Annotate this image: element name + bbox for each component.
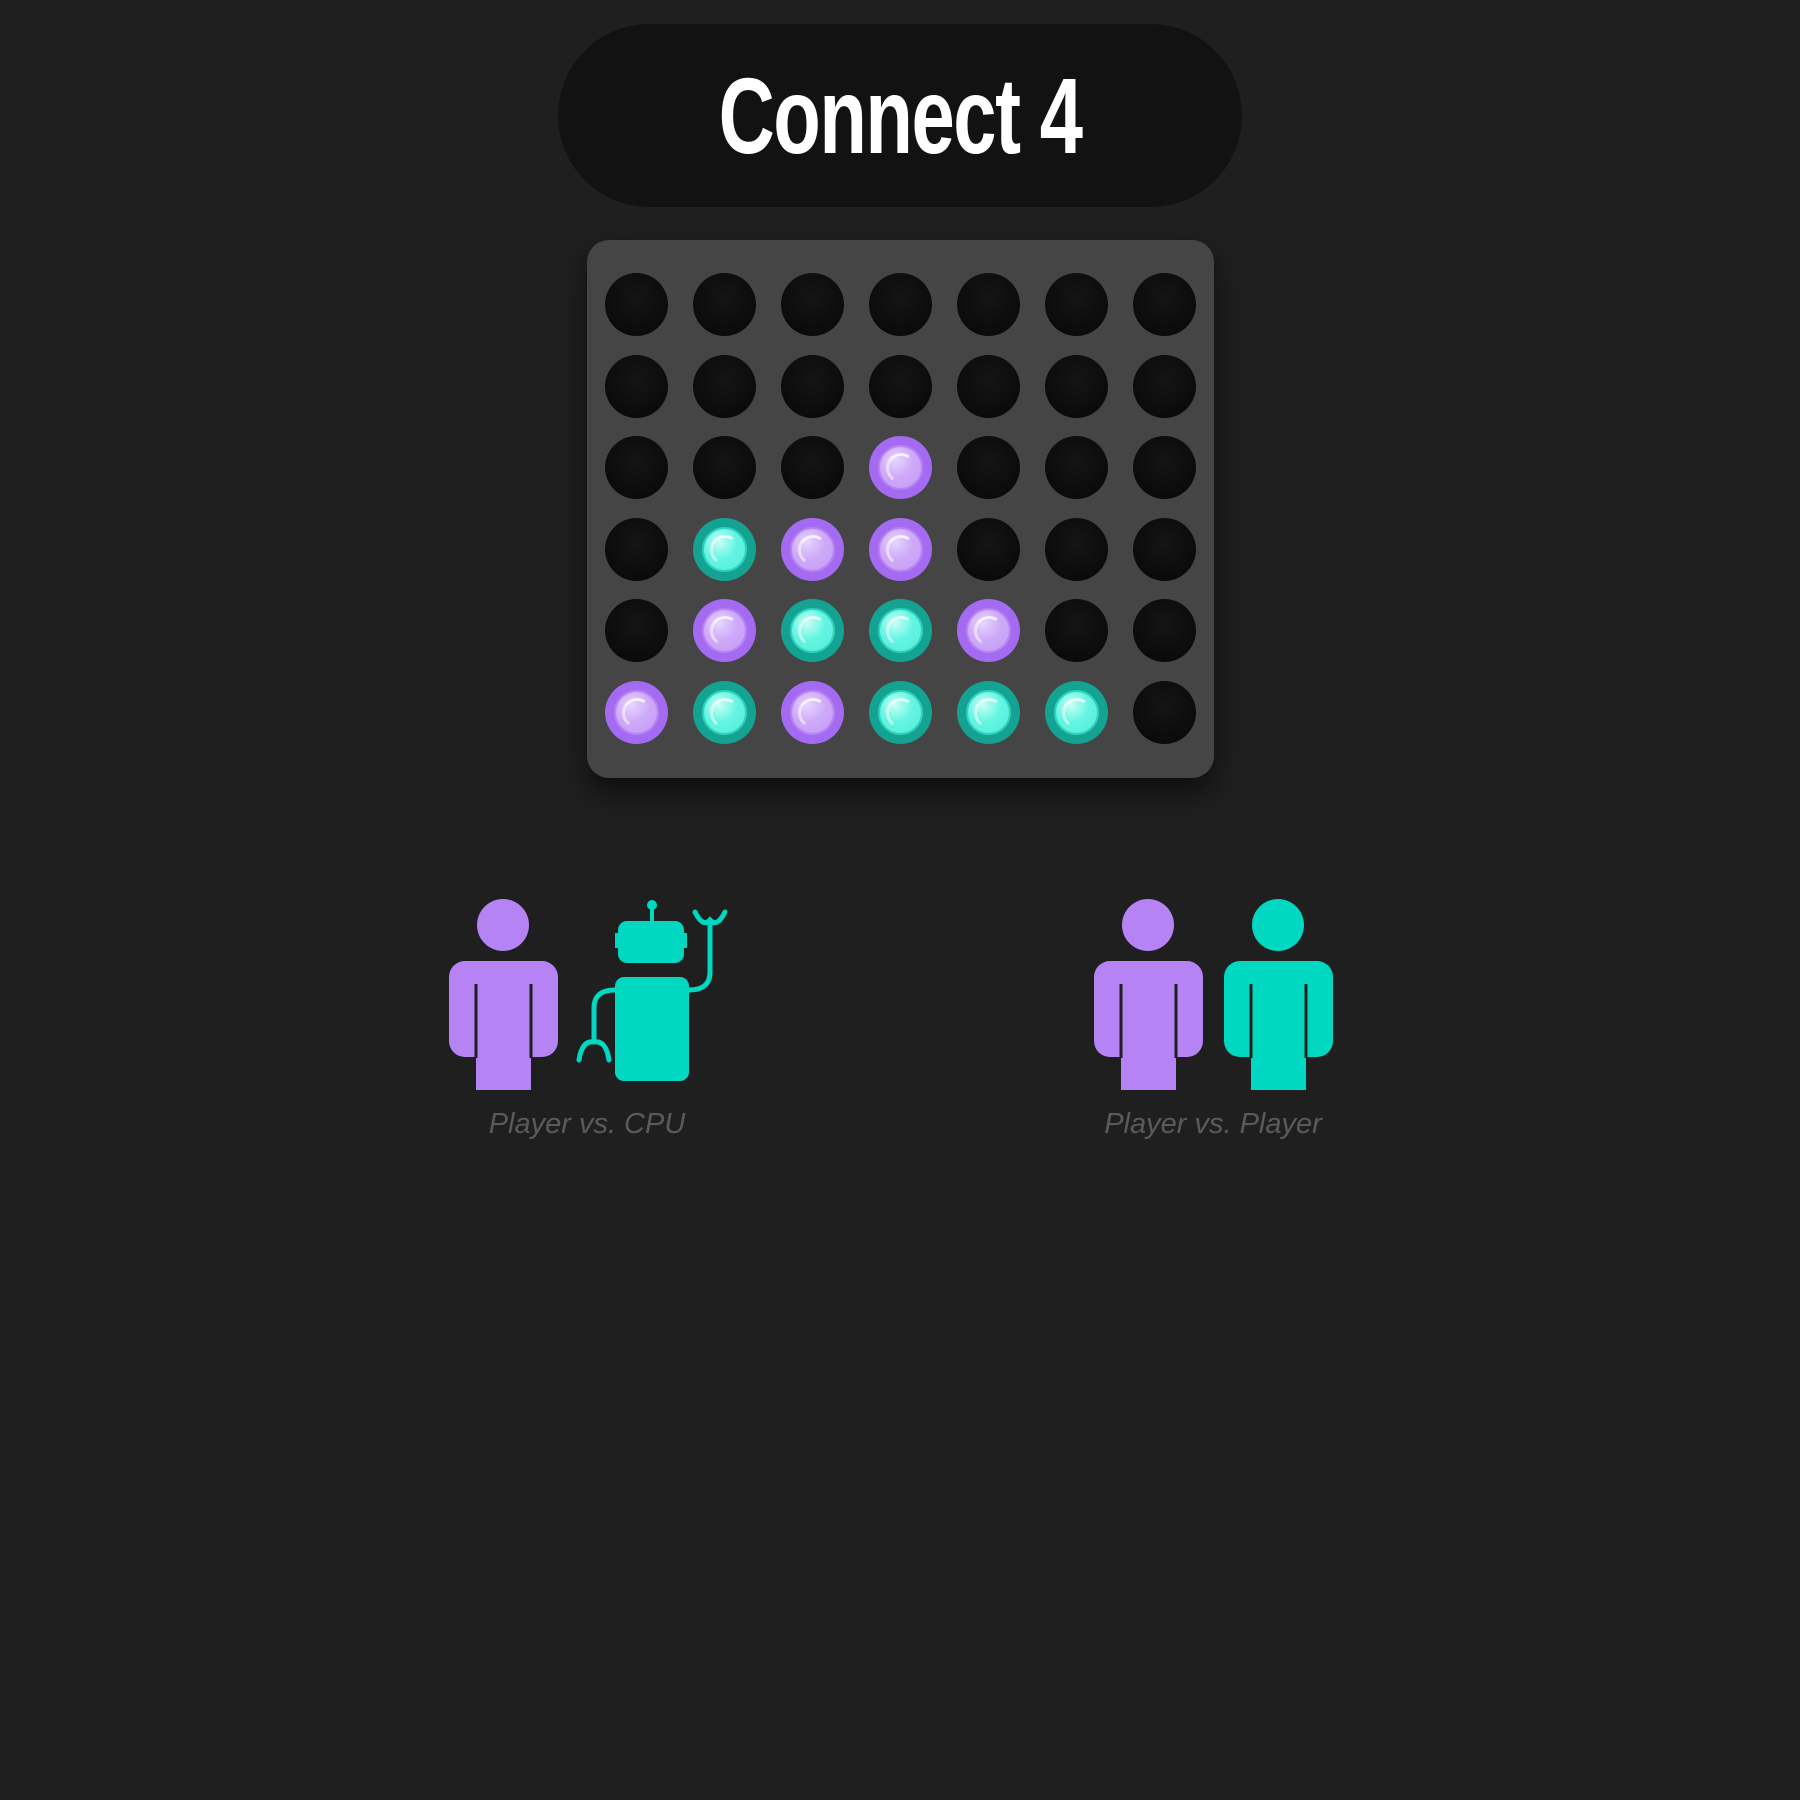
disc-shine — [795, 532, 831, 568]
board-disc-purple[interactable] — [869, 436, 932, 500]
board-slot-empty[interactable] — [957, 354, 1020, 418]
board-disc-purple[interactable] — [869, 517, 932, 581]
mode-player-vs-player-button[interactable]: Player vs. Player — [1033, 890, 1393, 1150]
disc-shine — [883, 532, 919, 568]
mode-label: Player vs. Player — [1104, 1108, 1322, 1140]
disc-face — [878, 526, 923, 572]
title-banner: Connect 4 — [558, 24, 1242, 207]
board-disc-purple[interactable] — [781, 681, 844, 744]
disc-shine — [1059, 695, 1095, 731]
game-board[interactable] — [587, 240, 1214, 778]
board-slot-empty[interactable] — [605, 436, 668, 500]
board-slot-empty[interactable] — [1045, 273, 1108, 336]
board-slot-empty[interactable] — [781, 436, 844, 500]
board-slot-empty[interactable] — [693, 436, 756, 500]
person-icon — [449, 899, 558, 1090]
board-slot-empty[interactable] — [957, 273, 1020, 336]
disc-face — [878, 445, 923, 491]
board-disc-teal[interactable] — [869, 599, 932, 663]
robot-icon — [615, 900, 689, 1081]
board-slot-empty[interactable] — [781, 354, 844, 418]
person-icon — [1224, 899, 1333, 1090]
board-disc-teal[interactable] — [957, 681, 1020, 744]
disc-face — [966, 690, 1011, 735]
disc-shine — [883, 614, 919, 649]
page-title: Connect 4 — [718, 54, 1083, 176]
board-slot-empty[interactable] — [1133, 273, 1196, 336]
board-slot-empty[interactable] — [1133, 599, 1196, 663]
board-slot-empty[interactable] — [957, 436, 1020, 500]
board-disc-teal[interactable] — [1045, 681, 1108, 744]
board-slot-empty[interactable] — [869, 273, 932, 336]
board-slot-empty[interactable] — [605, 354, 668, 418]
board-slot-empty[interactable] — [1045, 517, 1108, 581]
mode-player-vs-cpu-button[interactable]: Player vs. CPU — [407, 890, 767, 1150]
disc-face — [614, 690, 659, 735]
board-slot-empty[interactable] — [605, 599, 668, 663]
board-disc-purple[interactable] — [957, 599, 1020, 663]
disc-face — [966, 608, 1011, 654]
board-disc-purple[interactable] — [781, 517, 844, 581]
board-slot-empty[interactable] — [1133, 354, 1196, 418]
board-slot-empty[interactable] — [605, 517, 668, 581]
board-slot-empty[interactable] — [781, 273, 844, 336]
board-slot-empty[interactable] — [605, 273, 668, 336]
board-slot-empty[interactable] — [1045, 436, 1108, 500]
disc-shine — [707, 532, 743, 568]
disc-shine — [971, 695, 1007, 731]
board-disc-purple[interactable] — [605, 681, 668, 744]
disc-shine — [707, 695, 743, 731]
disc-shine — [619, 695, 655, 731]
board-slot-empty[interactable] — [1133, 681, 1196, 744]
board-slot-empty[interactable] — [957, 517, 1020, 581]
person-icon — [1094, 899, 1203, 1090]
board-slot-empty[interactable] — [1045, 354, 1108, 418]
disc-face — [702, 690, 747, 735]
board-disc-teal[interactable] — [781, 599, 844, 663]
disc-face — [878, 690, 923, 735]
disc-shine — [795, 695, 831, 731]
disc-face — [878, 608, 923, 654]
disc-face — [1054, 690, 1099, 735]
board-slot-empty[interactable] — [693, 354, 756, 418]
board-disc-teal[interactable] — [693, 517, 756, 581]
board-disc-teal[interactable] — [869, 681, 932, 744]
disc-face — [702, 608, 747, 654]
player-vs-cpu-icons — [449, 899, 728, 1090]
disc-face — [790, 526, 835, 572]
board-slot-empty[interactable] — [693, 273, 756, 336]
board-disc-purple[interactable] — [693, 599, 756, 663]
disc-face — [790, 690, 835, 735]
player-vs-player-icons — [1094, 899, 1333, 1090]
disc-shine — [883, 450, 919, 486]
disc-shine — [707, 614, 743, 649]
disc-shine — [795, 614, 831, 649]
board-slot-empty[interactable] — [1133, 517, 1196, 581]
board-disc-teal[interactable] — [693, 681, 756, 744]
board-slot-empty[interactable] — [1133, 436, 1196, 500]
disc-face — [702, 526, 747, 572]
board-slot-empty[interactable] — [1045, 599, 1108, 663]
board-slot-empty[interactable] — [869, 354, 932, 418]
mode-label: Player vs. CPU — [488, 1108, 686, 1140]
disc-face — [790, 608, 835, 654]
disc-shine — [883, 695, 919, 731]
disc-shine — [971, 614, 1007, 649]
